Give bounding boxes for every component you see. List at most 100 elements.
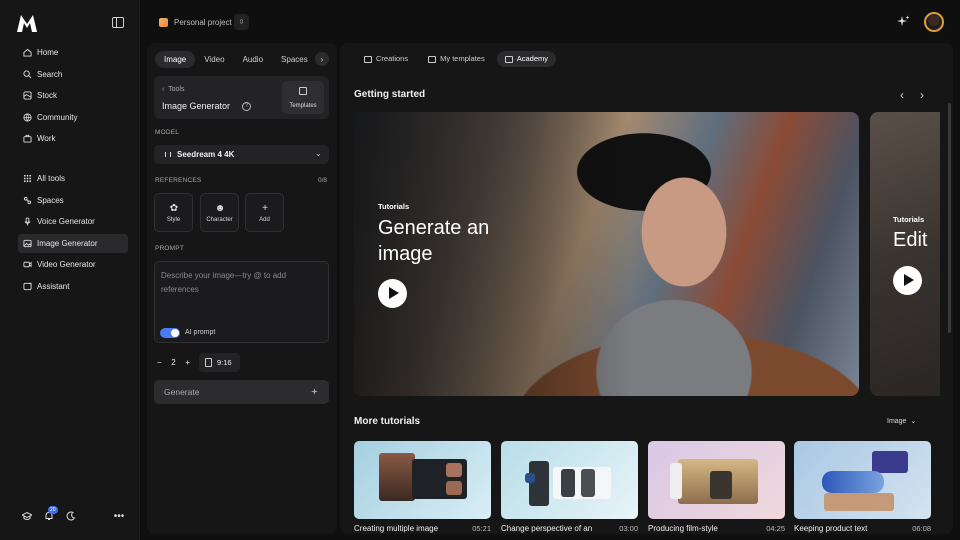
globe-icon — [23, 113, 32, 122]
tutorial-title: Keeping product text — [794, 524, 868, 533]
sidebar-item-label: Assistant — [37, 282, 70, 291]
main-tabs: Creations My templates Academy — [356, 51, 560, 67]
app-logo[interactable] — [16, 13, 38, 33]
sidebar-footer: 20 ••• — [18, 506, 128, 524]
model-select[interactable]: Seedream 4 4K ⌄ — [154, 145, 329, 164]
tab-audio[interactable]: Audio — [234, 51, 272, 68]
hero-title: Generate an image — [378, 217, 490, 265]
tutorial-card[interactable]: Producing film-style 04:25 — [648, 441, 785, 534]
sidebar-item-voice-generator[interactable]: Voice Generator — [18, 212, 128, 231]
tutorial-duration: 03:00 — [619, 524, 638, 533]
sidebar-item-all-tools[interactable]: All tools — [18, 169, 128, 188]
play-icon[interactable] — [378, 279, 407, 308]
more-options-icon[interactable]: ••• — [113, 510, 125, 522]
sidebar-item-label: Community — [37, 112, 78, 122]
model-value: Seedream 4 4K — [177, 150, 235, 159]
theme-moon-icon[interactable] — [65, 510, 77, 522]
aspect-ratio-button[interactable]: 9:16 — [199, 353, 240, 372]
project-color-icon — [159, 18, 168, 27]
sidebar-item-label: Stock — [37, 91, 58, 101]
tutorial-thumbnail — [794, 441, 931, 519]
tutorial-duration: 05:21 — [472, 524, 491, 533]
prompt-textarea[interactable]: Describe your image—try @ to add referen… — [154, 261, 329, 343]
sidebar-item-image-generator[interactable]: Image Generator — [18, 233, 128, 253]
aspect-ratio-icon — [205, 358, 212, 367]
image-icon — [23, 239, 32, 248]
quantity-value: 2 — [171, 358, 176, 367]
style-reference-button[interactable]: ✿ Style — [154, 193, 193, 232]
decrement-button[interactable]: − — [157, 358, 162, 367]
next-tutorial-card[interactable]: Tutorials Edit — [870, 112, 940, 396]
sidebar-item-search[interactable]: Search — [18, 65, 128, 84]
help-icon[interactable]: ? — [242, 102, 251, 111]
chevron-down-icon: ⌄ — [315, 149, 322, 158]
tabs-next-button[interactable]: › — [315, 52, 329, 66]
character-label: Character — [206, 217, 233, 223]
sidebar-item-community[interactable]: Community — [18, 108, 128, 127]
tutorial-card[interactable]: Creating multiple image 05:21 — [354, 441, 491, 534]
assistant-icon — [23, 282, 32, 291]
user-avatar[interactable] — [924, 12, 944, 32]
briefcase-icon — [23, 134, 32, 143]
tab-video[interactable]: Video — [195, 51, 233, 68]
tab-spaces[interactable]: Spaces — [272, 51, 317, 68]
academy-icon[interactable] — [21, 510, 33, 522]
sidebar-item-label: Voice Generator — [37, 217, 95, 227]
generate-button[interactable]: Generate — [154, 380, 329, 404]
sidebar-item-assistant[interactable]: Assistant — [18, 277, 128, 296]
next-title: Edit — [893, 229, 928, 251]
tab-academy[interactable]: Academy — [496, 51, 556, 67]
character-reference-button[interactable]: ☻ Character — [200, 193, 239, 232]
play-icon[interactable] — [893, 266, 922, 295]
back-to-tools-link[interactable]: ‹ Tools — [162, 86, 184, 93]
templates-icon — [299, 87, 307, 95]
prompt-label: PROMPT — [155, 245, 185, 252]
tutorial-title: Producing film-style — [648, 524, 718, 533]
tab-image[interactable]: Image — [155, 51, 196, 68]
style-label: Style — [166, 217, 181, 223]
carousel-prev-button[interactable]: ‹ — [900, 88, 904, 102]
sidebar-item-video-generator[interactable]: Video Generator — [18, 255, 128, 274]
generate-label: Generate — [164, 387, 200, 397]
references-label: REFERENCES — [155, 177, 202, 184]
scrollbar[interactable] — [948, 103, 951, 333]
model-bars-icon — [165, 152, 171, 157]
tab-creations[interactable]: Creations — [356, 51, 416, 67]
tutorial-card[interactable]: Change perspective of an 03:00 — [501, 441, 638, 534]
collapse-sidebar-icon[interactable] — [112, 17, 124, 28]
plus-icon: + — [262, 202, 268, 214]
sidebar-item-stock[interactable]: Stock — [18, 86, 128, 105]
project-name[interactable]: Personal project — [174, 18, 232, 27]
tutorial-duration: 04:25 — [766, 524, 785, 533]
add-label: Add — [259, 217, 270, 223]
mic-icon — [23, 217, 32, 226]
carousel-next-button[interactable]: › — [920, 88, 924, 102]
templates-button[interactable]: Templates — [282, 81, 324, 114]
sidebar-item-label: All tools — [37, 174, 66, 183]
prompt-placeholder: Describe your image—try @ to add referen… — [161, 271, 287, 294]
tab-my-templates[interactable]: My templates — [420, 51, 493, 67]
references-count: 0/8 — [318, 177, 328, 184]
notification-badge: 20 — [48, 506, 58, 514]
sparkle-icon — [311, 388, 318, 395]
templates-label: Templates — [289, 103, 317, 109]
sidebar-item-spaces[interactable]: Spaces — [18, 191, 128, 210]
category-filter[interactable]: Image ⌄ — [887, 417, 916, 425]
sidebar-item-label: Search — [37, 69, 63, 79]
ai-prompt-toggle[interactable] — [160, 328, 180, 338]
sparkle-icon[interactable] — [897, 15, 910, 28]
sidebar: Home Search Stock Community Work All tools Sp… — [0, 0, 140, 540]
video-icon — [23, 260, 32, 269]
tool-tabs: Image Video Audio Spaces — [155, 51, 317, 68]
project-switcher-button[interactable]: ⇳ — [234, 14, 249, 30]
more-tutorials-title: More tutorials — [354, 416, 421, 427]
tutorial-duration: 06:08 — [912, 524, 931, 533]
hero-tutorial-card[interactable]: Tutorials Generate an image — [354, 112, 859, 396]
templates-icon — [428, 55, 437, 63]
sidebar-item-work[interactable]: Work — [18, 129, 128, 148]
sidebar-item-home[interactable]: Home — [18, 43, 128, 62]
sidebar-item-label: Spaces — [37, 195, 64, 205]
increment-button[interactable]: + — [185, 358, 190, 367]
tutorial-card[interactable]: Keeping product text 06:08 — [794, 441, 931, 534]
add-reference-button[interactable]: + Add — [245, 193, 284, 232]
